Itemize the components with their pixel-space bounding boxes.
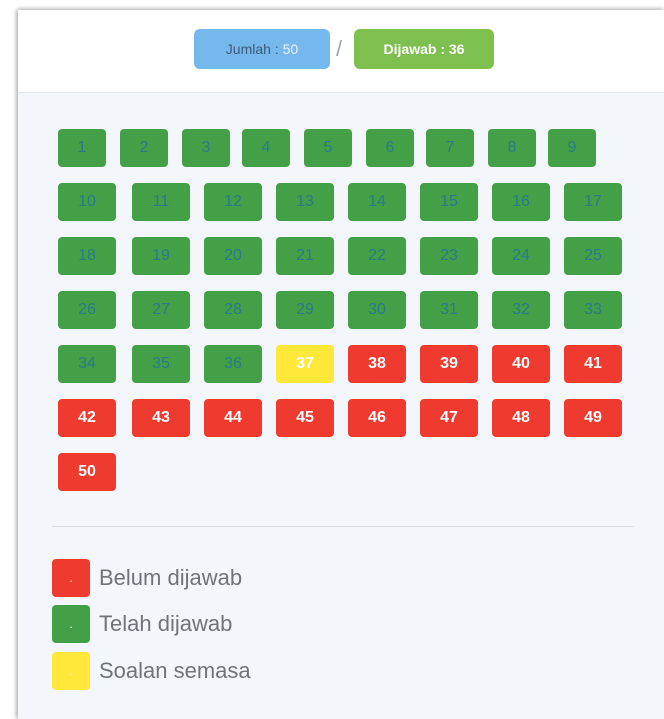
question-button-34[interactable]: 34 [58,345,116,383]
question-button-45[interactable]: 45 [276,399,334,437]
question-button-10[interactable]: 10 [58,183,116,221]
question-button-11[interactable]: 11 [132,183,190,221]
question-button-18[interactable]: 18 [58,237,116,275]
question-button-2[interactable]: 2 [120,129,168,167]
question-button-21[interactable]: 21 [276,237,334,275]
question-button-24[interactable]: 24 [492,237,550,275]
question-button-28[interactable]: 28 [204,291,262,329]
question-button-46[interactable]: 46 [348,399,406,437]
question-button-50[interactable]: 50 [58,453,116,491]
question-button-23[interactable]: 23 [420,237,478,275]
question-button-1[interactable]: 1 [58,129,106,167]
question-button-12[interactable]: 12 [204,183,262,221]
question-button-39[interactable]: 39 [420,345,478,383]
question-button-29[interactable]: 29 [276,291,334,329]
question-button-44[interactable]: 44 [204,399,262,437]
badge-separator: / [336,36,343,61]
question-button-41[interactable]: 41 [564,345,622,383]
question-button-13[interactable]: 13 [276,183,334,221]
question-button-33[interactable]: 33 [564,291,622,329]
question-button-35[interactable]: 35 [132,345,190,383]
question-button-19[interactable]: 19 [132,237,190,275]
question-button-8[interactable]: 8 [488,129,536,167]
question-button-30[interactable]: 30 [348,291,406,329]
total-questions-badge: Jumlah : 50 [194,29,330,69]
answered-count-badge: Dijawab : 36 [354,29,494,69]
question-button-7[interactable]: 7 [426,129,474,167]
question-button-3[interactable]: 3 [182,129,230,167]
question-button-42[interactable]: 42 [58,399,116,437]
question-button-31[interactable]: 31 [420,291,478,329]
question-navigator-panel: Jumlah : 50 / Dijawab : 36 1 2 3 4 5 6 7 8 9 10 11… [18,10,664,719]
question-button-17[interactable]: 17 [564,183,622,221]
question-button-9[interactable]: 9 [548,129,596,167]
question-button-38[interactable]: 38 [348,345,406,383]
legend-swatch-answered: . [52,605,90,643]
question-button-22[interactable]: 22 [348,237,406,275]
question-button-27[interactable]: 27 [132,291,190,329]
question-button-49[interactable]: 49 [564,399,622,437]
question-button-6[interactable]: 6 [366,129,414,167]
question-button-43[interactable]: 43 [132,399,190,437]
legend-swatch-current: . [52,652,90,690]
question-button-16[interactable]: 16 [492,183,550,221]
question-button-48[interactable]: 48 [492,399,550,437]
question-button-37[interactable]: 37 [276,345,334,383]
legend-label-answered: Telah dijawab [99,611,233,636]
question-button-25[interactable]: 25 [564,237,622,275]
question-button-20[interactable]: 20 [204,237,262,275]
question-button-47[interactable]: 47 [420,399,478,437]
total-questions-label: Jumlah : [225,41,283,57]
question-button-14[interactable]: 14 [348,183,406,221]
question-button-5[interactable]: 5 [304,129,352,167]
question-button-4[interactable]: 4 [242,129,290,167]
legend-label-current: Soalan semasa [99,658,251,683]
legend-swatch-unanswered: . [52,559,90,597]
legend-label-unanswered: Belum dijawab [99,565,243,590]
total-questions-value: 50 [282,41,299,57]
question-button-32[interactable]: 32 [492,291,550,329]
question-button-15[interactable]: 15 [420,183,478,221]
legend-divider [52,526,634,527]
question-button-36[interactable]: 36 [204,345,262,383]
question-button-26[interactable]: 26 [58,291,116,329]
question-button-40[interactable]: 40 [492,345,550,383]
summary-header: Jumlah : 50 / Dijawab : 36 [18,10,664,93]
